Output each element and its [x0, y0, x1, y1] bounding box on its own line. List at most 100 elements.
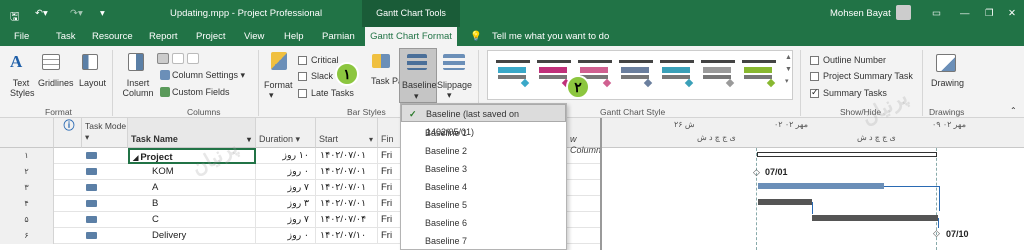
summary-tasks-checkbox[interactable]: [810, 87, 819, 98]
row-number[interactable]: ۱: [0, 148, 54, 164]
save-icon[interactable]: 🖫: [10, 8, 19, 27]
row-number[interactable]: ۵: [0, 212, 54, 228]
finish-cell[interactable]: Fri: [378, 180, 402, 196]
column-header-finish[interactable]: Fin: [378, 118, 402, 148]
duration-cell[interactable]: ۱۰ روز: [256, 148, 316, 164]
baseline-menu-item[interactable]: Baseline 5: [401, 196, 566, 214]
redo-icon[interactable]: ↷▾: [70, 8, 83, 19]
tell-me-search[interactable]: Tell me what you want to do: [492, 31, 609, 42]
layout-button[interactable]: Layout: [79, 78, 106, 88]
tab-report[interactable]: Report: [149, 31, 178, 42]
tab-help[interactable]: Help: [284, 31, 304, 42]
drawing-button[interactable]: Drawing: [931, 78, 964, 88]
customize-qat-icon[interactable]: ▾: [100, 8, 105, 19]
close-icon[interactable]: ✕: [1008, 8, 1016, 19]
baseline-menu-item[interactable]: Baseline 2: [401, 142, 566, 160]
task-name-cell[interactable]: C: [128, 212, 256, 228]
undo-icon[interactable]: ↶▾: [35, 8, 48, 19]
baseline-menu-item[interactable]: Baseline 6: [401, 214, 566, 232]
baseline-menu-item[interactable]: Baseline 1: [401, 124, 566, 142]
task-bar-a[interactable]: [758, 183, 884, 189]
tab-view[interactable]: View: [244, 31, 264, 42]
task-bar-b[interactable]: [758, 199, 812, 205]
task-name-cell[interactable]: B: [128, 196, 256, 212]
format-button[interactable]: Format ▾: [264, 80, 293, 101]
minimize-icon[interactable]: —: [960, 8, 970, 19]
start-cell[interactable]: ۱۴۰۲/۰۷/۱۰: [316, 228, 378, 244]
column-header-duration[interactable]: Duration ▾: [256, 118, 316, 148]
milestone-icon[interactable]: ◇: [933, 228, 940, 239]
baseline-menu-item[interactable]: ✓ Baseline (last saved on 1402/05/01): [401, 104, 566, 137]
gantt-style-swatch[interactable]: [701, 58, 735, 92]
duration-cell[interactable]: ۰ روز: [256, 228, 316, 244]
start-cell[interactable]: ۱۴۰۲/۰۷/۰۴: [316, 212, 378, 228]
row-number[interactable]: ۲: [0, 164, 54, 180]
duration-cell[interactable]: ۳ روز: [256, 196, 316, 212]
tab-parnian[interactable]: Parnian: [322, 31, 355, 42]
start-cell[interactable]: ۱۴۰۲/۰۷/۰۱: [316, 196, 378, 212]
finish-cell[interactable]: Fri: [378, 164, 402, 180]
critical-checkbox[interactable]: [298, 56, 307, 65]
milestone-label-1: 07/01: [765, 167, 788, 177]
restore-icon[interactable]: ❐: [985, 8, 994, 19]
select-all-corner[interactable]: [0, 118, 54, 148]
start-cell[interactable]: ۱۴۰۲/۰۷/۰۱: [316, 180, 378, 196]
tab-project[interactable]: Project: [196, 31, 226, 42]
task-name-cell[interactable]: A: [128, 180, 256, 196]
baseline-menu-item[interactable]: Baseline 3: [401, 160, 566, 178]
summary-bar[interactable]: [757, 152, 937, 157]
start-cell[interactable]: ۱۴۰۲/۰۷/۰۱: [316, 148, 378, 164]
tab-gantt-chart-format[interactable]: Gantt Chart Format: [365, 27, 457, 47]
align-left-icon[interactable]: [157, 53, 169, 64]
column-header-task-name[interactable]: Task Name ▾: [128, 118, 256, 148]
baseline-menu-label: Baseline 7: [425, 236, 468, 246]
gridlines-button[interactable]: Gridlines: [38, 78, 74, 88]
milestone-icon[interactable]: ◇: [753, 167, 760, 178]
task-mode-icon: [86, 184, 97, 191]
avatar[interactable]: [896, 5, 911, 20]
late-tasks-checkbox[interactable]: [298, 89, 307, 98]
task-name-cell[interactable]: Delivery: [128, 228, 256, 244]
finish-cell[interactable]: Fri: [378, 212, 402, 228]
insert-column-button[interactable]: Insert Column: [120, 78, 156, 98]
slack-checkbox[interactable]: [298, 72, 307, 81]
tab-file[interactable]: File: [14, 31, 29, 42]
finish-cell[interactable]: Fri: [378, 228, 402, 244]
ribbon-display-icon[interactable]: ▭: [932, 8, 941, 19]
lightbulb-icon: 💡: [470, 31, 482, 42]
project-summary-task-checkbox[interactable]: [810, 72, 819, 81]
baseline-menu-item[interactable]: Baseline 7: [401, 232, 566, 250]
chevron-down-icon: ▾: [414, 91, 419, 101]
column-settings-button[interactable]: Column Settings ▾: [172, 70, 245, 81]
tab-resource[interactable]: Resource: [92, 31, 133, 42]
gantt-style-swatch[interactable]: [496, 58, 530, 92]
gantt-style-swatch[interactable]: [619, 58, 653, 92]
finish-cell[interactable]: Fri: [378, 148, 402, 164]
duration-cell[interactable]: ۷ روز: [256, 180, 316, 196]
user-name[interactable]: Mohsen Bayat: [830, 8, 891, 19]
align-right-icon[interactable]: [187, 53, 199, 64]
align-center-icon[interactable]: [172, 53, 184, 64]
task-bar-c[interactable]: [812, 215, 938, 221]
gantt-style-swatch[interactable]: [660, 58, 694, 92]
gantt-style-swatch[interactable]: [742, 58, 776, 92]
finish-cell[interactable]: Fri: [378, 196, 402, 212]
row-number[interactable]: ۳: [0, 180, 54, 196]
add-new-column[interactable]: w Column: [567, 118, 601, 155]
baseline-menu-item[interactable]: Baseline 4: [401, 178, 566, 196]
custom-fields-button[interactable]: Custom Fields: [172, 87, 230, 97]
row-number[interactable]: ۶: [0, 228, 54, 244]
slippage-button[interactable]: Slippage ▾: [437, 80, 472, 101]
column-header-task-mode[interactable]: Task Mode ▾: [82, 118, 128, 148]
duration-cell[interactable]: ۷ روز: [256, 212, 316, 228]
collapse-ribbon-icon[interactable]: ⌃: [1010, 106, 1017, 115]
text-styles-button[interactable]: Text Styles: [10, 78, 35, 98]
tab-task[interactable]: Task: [56, 31, 76, 42]
column-header-start[interactable]: Start ▾: [316, 118, 378, 148]
info-icon[interactable]: ⓘ: [54, 118, 82, 148]
row-number[interactable]: ۴: [0, 196, 54, 212]
start-cell[interactable]: ۱۴۰۲/۰۷/۰۱: [316, 164, 378, 180]
outline-number-checkbox[interactable]: [810, 56, 819, 65]
duration-cell[interactable]: ۰ روز: [256, 164, 316, 180]
gallery-scroll[interactable]: ▲ ▼ ▾: [785, 52, 792, 88]
